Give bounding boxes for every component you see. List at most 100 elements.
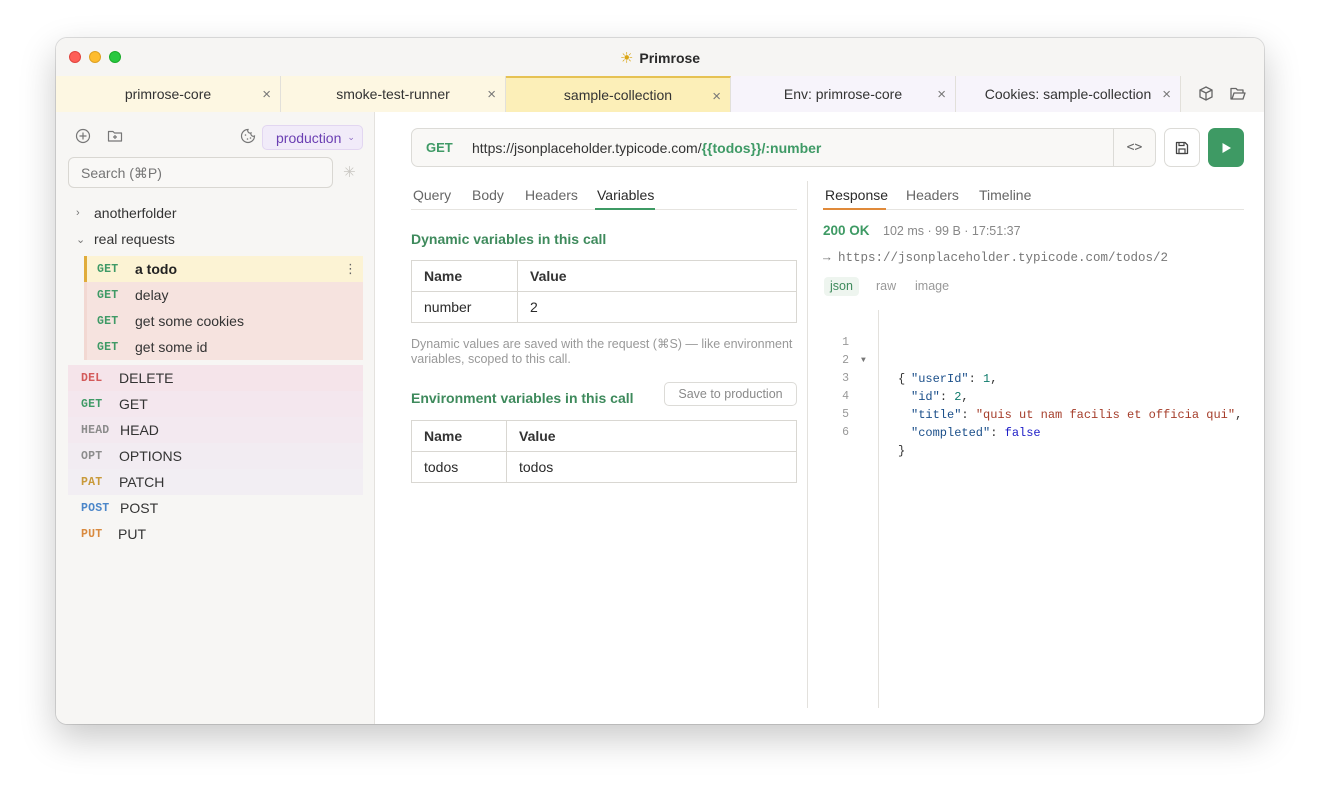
tab-variables[interactable]: Variables [597, 187, 654, 203]
column-header-name: Name [411, 420, 507, 452]
environment-select[interactable]: production ⌄ [262, 125, 363, 150]
code-line: 1 ▼ { [831, 316, 905, 386]
open-folder-icon[interactable] [1229, 85, 1247, 103]
add-request-icon[interactable] [74, 127, 92, 145]
method-badge: OPT [81, 449, 103, 463]
close-tab-icon[interactable]: × [262, 86, 271, 103]
table-row: todos todos [411, 451, 797, 483]
close-tab-icon[interactable]: × [712, 88, 721, 105]
add-folder-icon[interactable] [106, 127, 124, 145]
chevron-right-icon: › [76, 207, 80, 219]
method-select[interactable]: GET [426, 140, 453, 155]
folder-anotherfolder[interactable]: › anotherfolder [76, 205, 177, 221]
line-number: 6 [842, 426, 849, 439]
response-url: → https://jsonplaceholder.typicode.com/t… [823, 251, 1169, 265]
method-badge: GET [97, 314, 119, 328]
close-tab-icon[interactable]: × [937, 86, 946, 103]
request-item-get-some-id[interactable]: GET get some id [84, 334, 363, 360]
code-line: 2 "userId": 1, [831, 334, 997, 386]
url-bar: GET https://jsonplaceholder.typicode.com… [411, 128, 1156, 167]
tab-divider [823, 209, 1244, 210]
new-collection-icon[interactable] [1197, 85, 1215, 103]
code-text: "completed": false [911, 426, 1041, 440]
request-item-delay[interactable]: GET delay [84, 282, 363, 308]
tab-response[interactable]: Response [825, 187, 888, 203]
variable-value-cell[interactable]: todos [506, 451, 797, 483]
format-image[interactable]: image [909, 277, 955, 296]
save-icon [1175, 141, 1189, 154]
folder-label: anotherfolder [94, 205, 177, 221]
send-button[interactable] [1208, 128, 1244, 167]
chevron-down-icon: ⌄ [347, 132, 355, 142]
cookie-icon[interactable] [239, 127, 257, 145]
url-variable: {{todos}} [701, 140, 762, 156]
code-text: { [898, 372, 906, 386]
tab-bar: primrose-core × smoke-test-runner × samp… [56, 76, 1264, 112]
tab-headers[interactable]: Headers [525, 187, 578, 203]
code-icon[interactable]: <> [1113, 129, 1155, 166]
tab-tools [1181, 76, 1264, 112]
sparkle-icon[interactable]: ✳ [343, 163, 356, 181]
url-base: https://jsonplaceholder.typicode.com/ [472, 140, 702, 156]
tab-timeline[interactable]: Timeline [979, 187, 1031, 203]
code-text: "title": "quis ut nam facilis et officia… [911, 408, 1243, 422]
request-item-options[interactable]: OPT OPTIONS [68, 443, 363, 469]
tab-response-headers[interactable]: Headers [906, 187, 959, 203]
status-badge: 200 OK [823, 223, 870, 238]
method-badge: PUT [81, 527, 103, 541]
response-meta: 102 ms · 99 B · 17:51:37 [883, 224, 1021, 238]
folder-real-requests[interactable]: ⌄ real requests [76, 231, 175, 247]
tab-label: sample-collection [563, 87, 673, 103]
save-to-environment-button[interactable]: Save to production [664, 382, 797, 406]
request-item-get[interactable]: GET GET [68, 391, 363, 417]
dynamic-variables-table: Name Value number 2 [411, 260, 797, 323]
request-item-a-todo[interactable]: GET a todo ⋮ [84, 256, 363, 282]
format-json[interactable]: json [824, 277, 859, 296]
method-badge: DEL [81, 371, 103, 385]
environment-label: production [276, 129, 342, 146]
code-line: 3 "id": 2, [831, 352, 969, 404]
close-tab-icon[interactable]: × [1162, 86, 1171, 103]
tab-primrose-core[interactable]: primrose-core × [56, 76, 281, 112]
search-input[interactable] [68, 157, 333, 188]
variable-value-cell[interactable]: 2 [517, 291, 797, 323]
code-text: "userId": 1, [911, 372, 998, 386]
request-item-get-some-cookies[interactable]: GET get some cookies [84, 308, 363, 334]
method-badge: GET [81, 397, 103, 411]
gutter-divider [878, 310, 879, 708]
request-item-head[interactable]: HEAD HEAD [68, 417, 363, 443]
request-label: HEAD [120, 422, 159, 438]
table-header-row: Name Value [411, 260, 797, 292]
tab-query[interactable]: Query [413, 187, 451, 203]
variable-name-cell[interactable]: todos [411, 451, 507, 483]
request-label: PUT [118, 526, 146, 542]
save-button[interactable] [1164, 128, 1200, 167]
request-item-patch[interactable]: PAT PATCH [68, 469, 363, 495]
tab-label: smoke-test-runner [336, 86, 450, 102]
method-badge: POST [81, 501, 110, 515]
tab-sample-collection[interactable]: sample-collection × [506, 76, 731, 112]
more-options-icon[interactable]: ⋮ [344, 261, 357, 277]
sun-icon: ☀ [619, 50, 634, 67]
tab-label: primrose-core [124, 86, 212, 102]
environment-variables-table: Name Value todos todos [411, 420, 797, 483]
request-item-put[interactable]: PUT PUT [68, 521, 363, 547]
variable-name-cell[interactable]: number [411, 291, 518, 323]
dynamic-variables-heading: Dynamic variables in this call [411, 231, 607, 247]
folder-label: real requests [94, 231, 175, 247]
tab-body[interactable]: Body [472, 187, 504, 203]
tab-env-primrose-core[interactable]: Env: primrose-core × [731, 76, 956, 112]
close-tab-icon[interactable]: × [487, 86, 496, 103]
panel-divider[interactable] [807, 181, 808, 708]
dynamic-variables-hint: Dynamic values are saved with the reques… [411, 337, 793, 366]
code-line: 4 "title": "quis ut nam facilis et offic… [831, 370, 1242, 422]
url-input[interactable]: https://jsonplaceholder.typicode.com/{{t… [472, 140, 821, 156]
active-tab-indicator [823, 208, 886, 210]
column-header-value: Value [506, 420, 797, 452]
request-item-delete[interactable]: DEL DELETE [68, 365, 363, 391]
request-item-post[interactable]: POST POST [68, 495, 363, 521]
tab-cookies-sample-collection[interactable]: Cookies: sample-collection × [956, 76, 1181, 112]
code-line: 6 } [831, 406, 905, 458]
tab-smoke-test-runner[interactable]: smoke-test-runner × [281, 76, 506, 112]
format-raw[interactable]: raw [870, 277, 902, 296]
